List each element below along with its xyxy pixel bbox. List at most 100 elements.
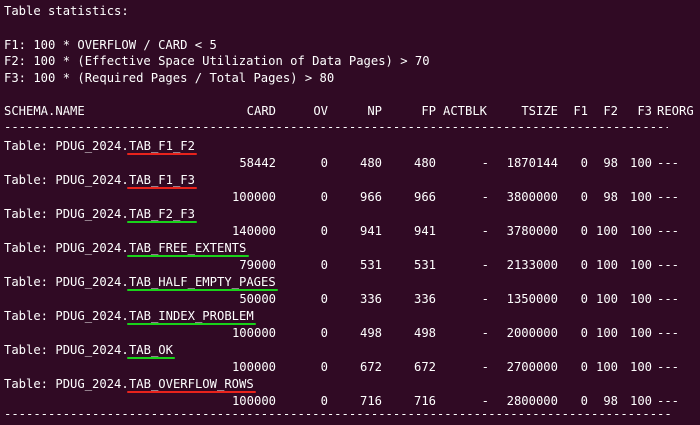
tsize-value: 3780000 <box>506 224 558 238</box>
np-value: 480 <box>359 156 382 170</box>
tsize-value: 1870144 <box>506 156 558 170</box>
header-actblk: ACTBLK <box>443 104 488 118</box>
card-value: 50000 <box>239 292 276 306</box>
f3-value: 100 <box>629 224 652 238</box>
row-label-prefix: Table: PDUG_2024. <box>4 139 129 153</box>
table-name: TAB_F1_F2 <box>128 139 195 153</box>
ov-value: 0 <box>320 360 328 374</box>
fp-value: 336 <box>413 292 436 306</box>
table-name: TAB_INDEX_PROBLEM <box>128 309 254 323</box>
tsize-value: 3800000 <box>506 190 558 204</box>
header-schema-name: SCHEMA.NAME <box>4 104 85 118</box>
f3-value: 100 <box>629 360 652 374</box>
reorg-value: --- <box>657 190 680 204</box>
ov-value: 0 <box>320 190 328 204</box>
actblk-value: - <box>481 156 489 170</box>
tsize-value: 2700000 <box>506 360 558 374</box>
header-np: NP <box>367 104 382 118</box>
f2-value: 100 <box>596 292 619 306</box>
actblk-value: - <box>481 190 489 204</box>
f3-value: 100 <box>629 326 652 340</box>
card-value: 58442 <box>239 156 276 170</box>
f1-value: 0 <box>580 190 588 204</box>
table-name: TAB_F2_F3 <box>128 207 195 221</box>
np-value: 498 <box>359 326 382 340</box>
f2-value: 100 <box>596 326 619 340</box>
f3-value: 100 <box>629 258 652 272</box>
fp-value: 941 <box>413 224 436 238</box>
formula-f3: F3: 100 * (Required Pages / Total Pages)… <box>4 71 335 85</box>
header-f1: F1 <box>573 104 588 118</box>
actblk-value: - <box>481 224 489 238</box>
report-title: Table statistics: <box>4 4 129 18</box>
reorg-value: --- <box>657 292 680 306</box>
formula-f1: F1: 100 * OVERFLOW / CARD < 5 <box>4 38 217 52</box>
f2-value: 100 <box>596 224 619 238</box>
row-label-prefix: Table: PDUG_2024. <box>4 377 129 391</box>
f1-value: 0 <box>580 156 588 170</box>
formula-f2: F2: 100 * (Effective Space Utilization o… <box>4 54 430 68</box>
separator-top: ----------------------------------------… <box>4 120 668 134</box>
row-label-prefix: Table: PDUG_2024. <box>4 343 129 357</box>
f1-value: 0 <box>580 224 588 238</box>
header-ov: OV <box>313 104 328 118</box>
fp-value: 498 <box>413 326 436 340</box>
f2-value: 98 <box>603 190 618 204</box>
reorg-value: --- <box>657 360 680 374</box>
fail-underline <box>126 187 198 189</box>
actblk-value: - <box>481 360 489 374</box>
ov-value: 0 <box>320 292 328 306</box>
row-label-prefix: Table: PDUG_2024. <box>4 173 129 187</box>
f1-value: 0 <box>580 360 588 374</box>
ov-value: 0 <box>320 224 328 238</box>
reorg-value: --- <box>657 258 680 272</box>
row-label-prefix: Table: PDUG_2024. <box>4 241 129 255</box>
header-reorg: REORG <box>657 104 694 118</box>
fail-underline <box>126 153 198 155</box>
np-value: 336 <box>359 292 382 306</box>
table-name: TAB_F1_F3 <box>128 173 195 187</box>
card-value: 79000 <box>239 258 276 272</box>
table-name: TAB_HALF_EMPTY_PAGES <box>128 275 276 289</box>
header-f3: F3 <box>637 104 652 118</box>
tsize-value: 2133000 <box>506 258 558 272</box>
f3-value: 100 <box>629 156 652 170</box>
fp-value: 672 <box>413 360 436 374</box>
card-value: 100000 <box>231 360 276 374</box>
card-value: 140000 <box>231 224 276 238</box>
actblk-value: - <box>481 258 489 272</box>
header-tsize: TSIZE <box>521 104 558 118</box>
f2-value: 98 <box>603 156 618 170</box>
table-name: TAB_FREE_EXTENTS <box>128 241 247 255</box>
f1-value: 0 <box>580 326 588 340</box>
fp-value: 531 <box>413 258 436 272</box>
separator-bottom: ----------------------------------------… <box>4 407 672 421</box>
ok-underline <box>126 221 198 223</box>
f3-value: 100 <box>629 292 652 306</box>
ov-value: 0 <box>320 156 328 170</box>
header-fp: FP <box>421 104 436 118</box>
f1-value: 0 <box>580 292 588 306</box>
np-value: 531 <box>359 258 382 272</box>
table-name: TAB_OK <box>128 343 173 357</box>
np-value: 672 <box>359 360 382 374</box>
reorg-value: --- <box>657 224 680 238</box>
ok-underline <box>126 357 176 359</box>
row-label-prefix: Table: PDUG_2024. <box>4 207 129 221</box>
fp-value: 966 <box>413 190 436 204</box>
np-value: 941 <box>359 224 382 238</box>
reorg-value: --- <box>657 156 680 170</box>
tsize-value: 1350000 <box>506 292 558 306</box>
card-value: 100000 <box>231 326 276 340</box>
terminal-window: Table statistics: F1: 100 * OVERFLOW / C… <box>0 0 700 425</box>
tsize-value: 2000000 <box>506 326 558 340</box>
card-value: 100000 <box>231 190 276 204</box>
f3-value: 100 <box>629 190 652 204</box>
header-card: CARD <box>246 104 276 118</box>
row-label-prefix: Table: PDUG_2024. <box>4 275 129 289</box>
f1-value: 0 <box>580 258 588 272</box>
np-value: 966 <box>359 190 382 204</box>
f2-value: 100 <box>596 360 619 374</box>
actblk-value: - <box>481 326 489 340</box>
actblk-value: - <box>481 292 489 306</box>
